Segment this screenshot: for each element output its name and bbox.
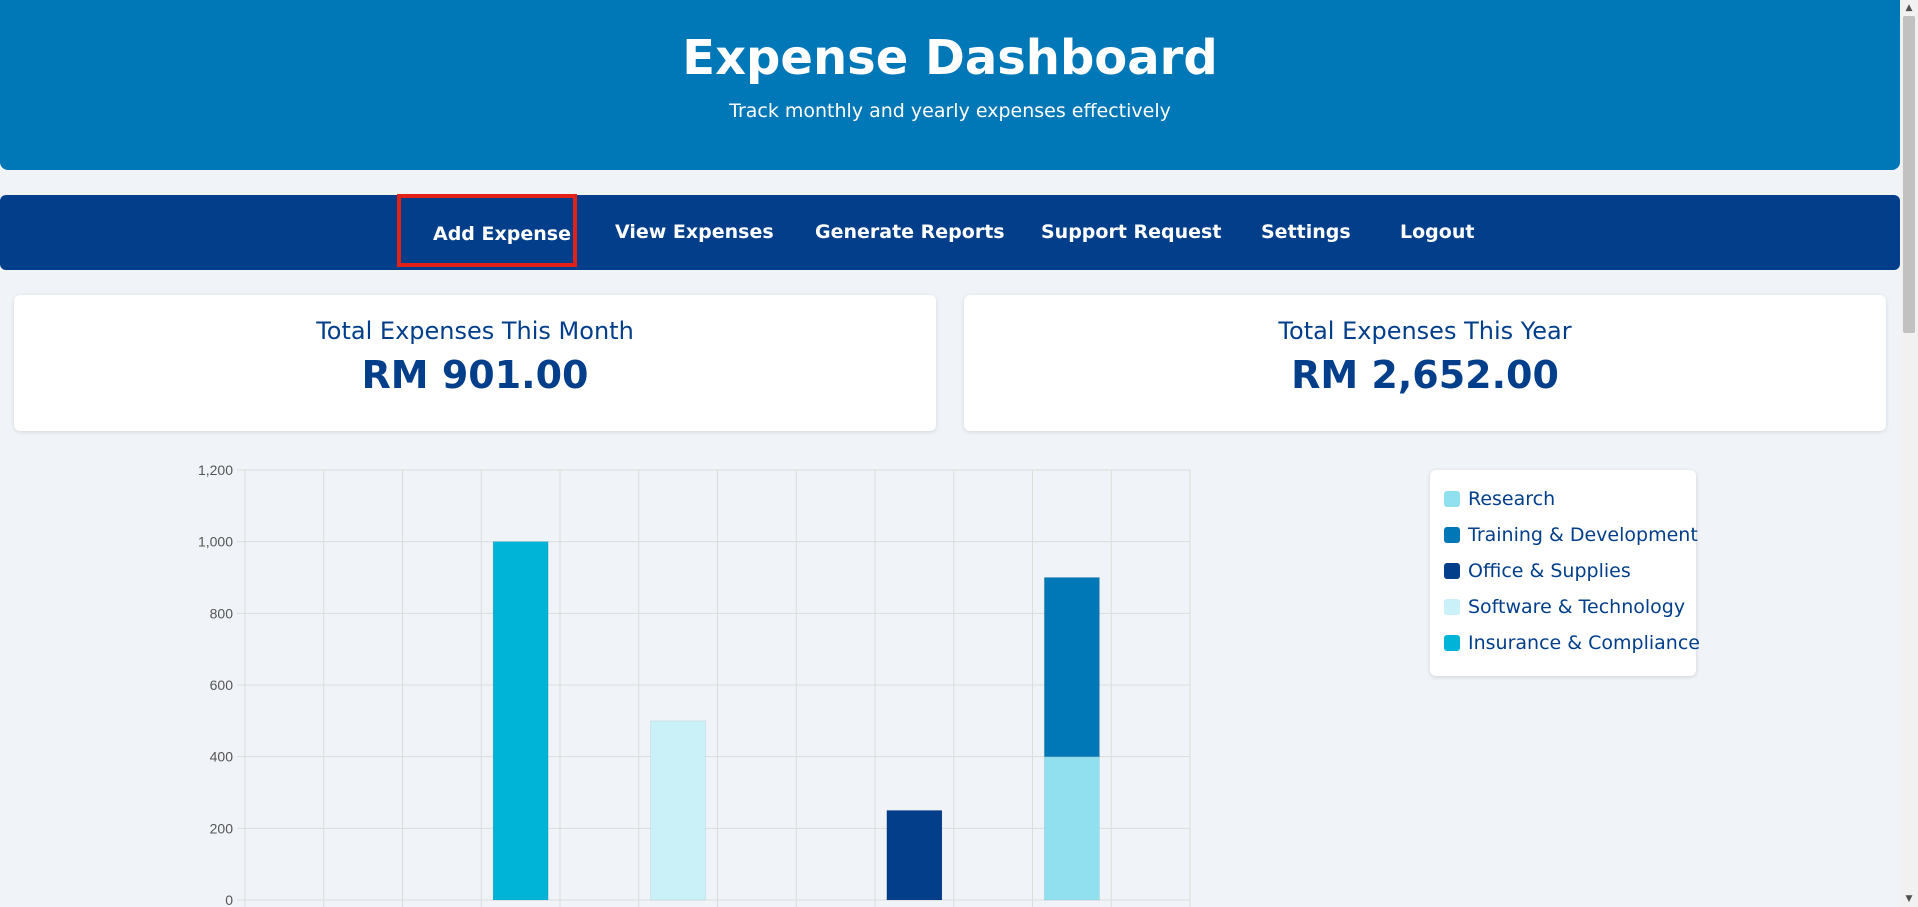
legend-label: Office & Supplies — [1468, 560, 1631, 582]
legend-swatch — [1444, 563, 1460, 579]
legend-label: Insurance & Compliance — [1468, 632, 1700, 654]
legend-swatch — [1444, 491, 1460, 507]
month-total-title: Total Expenses This Month — [316, 317, 634, 345]
nav-view-expenses[interactable]: View Expenses — [615, 195, 774, 270]
y-tick-label: 200 — [210, 820, 234, 836]
legend-label: Software & Technology — [1468, 596, 1686, 618]
y-tick-label: 1,000 — [198, 534, 233, 550]
chart-bar — [492, 541, 549, 901]
legend-item-office[interactable]: Office & Supplies — [1444, 556, 1631, 586]
month-total-value: RM 901.00 — [361, 353, 589, 397]
header-banner: Expense Dashboard Track monthly and year… — [0, 0, 1900, 170]
nav-support-request[interactable]: Support Request — [1041, 195, 1221, 270]
y-tick-label: 0 — [225, 892, 233, 907]
nav-logout[interactable]: Logout — [1400, 195, 1474, 270]
legend-label: Research — [1468, 488, 1556, 510]
legend-swatch — [1444, 527, 1460, 543]
legend-swatch — [1444, 635, 1460, 651]
legend-label: Training & Development — [1468, 524, 1698, 546]
year-total-title: Total Expenses This Year — [1278, 317, 1572, 345]
chart-bar — [650, 720, 707, 901]
legend-item-training[interactable]: Training & Development — [1444, 520, 1698, 550]
y-tick-label: 800 — [210, 605, 234, 621]
nav-generate-reports[interactable]: Generate Reports — [815, 195, 1005, 270]
chart-bar — [1043, 577, 1100, 758]
y-tick-label: 600 — [210, 677, 234, 693]
vertical-scrollbar[interactable]: ▲ ▼ — [1900, 0, 1918, 907]
nav-add-expense[interactable]: Add Expense — [397, 194, 577, 267]
scroll-up-icon[interactable]: ▲ — [1900, 0, 1918, 16]
chart-legend: Research Training & Development Office &… — [1430, 470, 1700, 676]
expense-bar-chart: 0 200 400 600 800 1,000 1,200 — [198, 462, 1191, 907]
page-title: Expense Dashboard — [682, 30, 1218, 86]
legend-item-research[interactable]: Research — [1444, 484, 1555, 514]
chart-bar — [1043, 756, 1100, 901]
y-tick-label: 1,200 — [198, 462, 233, 478]
scrollbar-thumb[interactable] — [1903, 16, 1915, 333]
page: Expense Dashboard Track monthly and year… — [0, 0, 1900, 907]
y-tick-label: 400 — [210, 749, 234, 765]
scroll-down-icon[interactable]: ▼ — [1900, 891, 1918, 907]
nav-settings[interactable]: Settings — [1261, 195, 1351, 270]
page-subtitle: Track monthly and yearly expenses effect… — [729, 100, 1171, 122]
month-total-card: Total Expenses This Month RM 901.00 — [14, 295, 936, 431]
main-nav: Add Expense View Expenses Generate Repor… — [0, 194, 1900, 270]
legend-swatch — [1444, 599, 1460, 615]
year-total-value: RM 2,652.00 — [1291, 353, 1559, 397]
legend-item-software[interactable]: Software & Technology — [1444, 592, 1685, 622]
chart-bar — [886, 809, 943, 901]
legend-item-insurance[interactable]: Insurance & Compliance — [1444, 628, 1700, 658]
year-total-card: Total Expenses This Year RM 2,652.00 — [964, 295, 1886, 431]
